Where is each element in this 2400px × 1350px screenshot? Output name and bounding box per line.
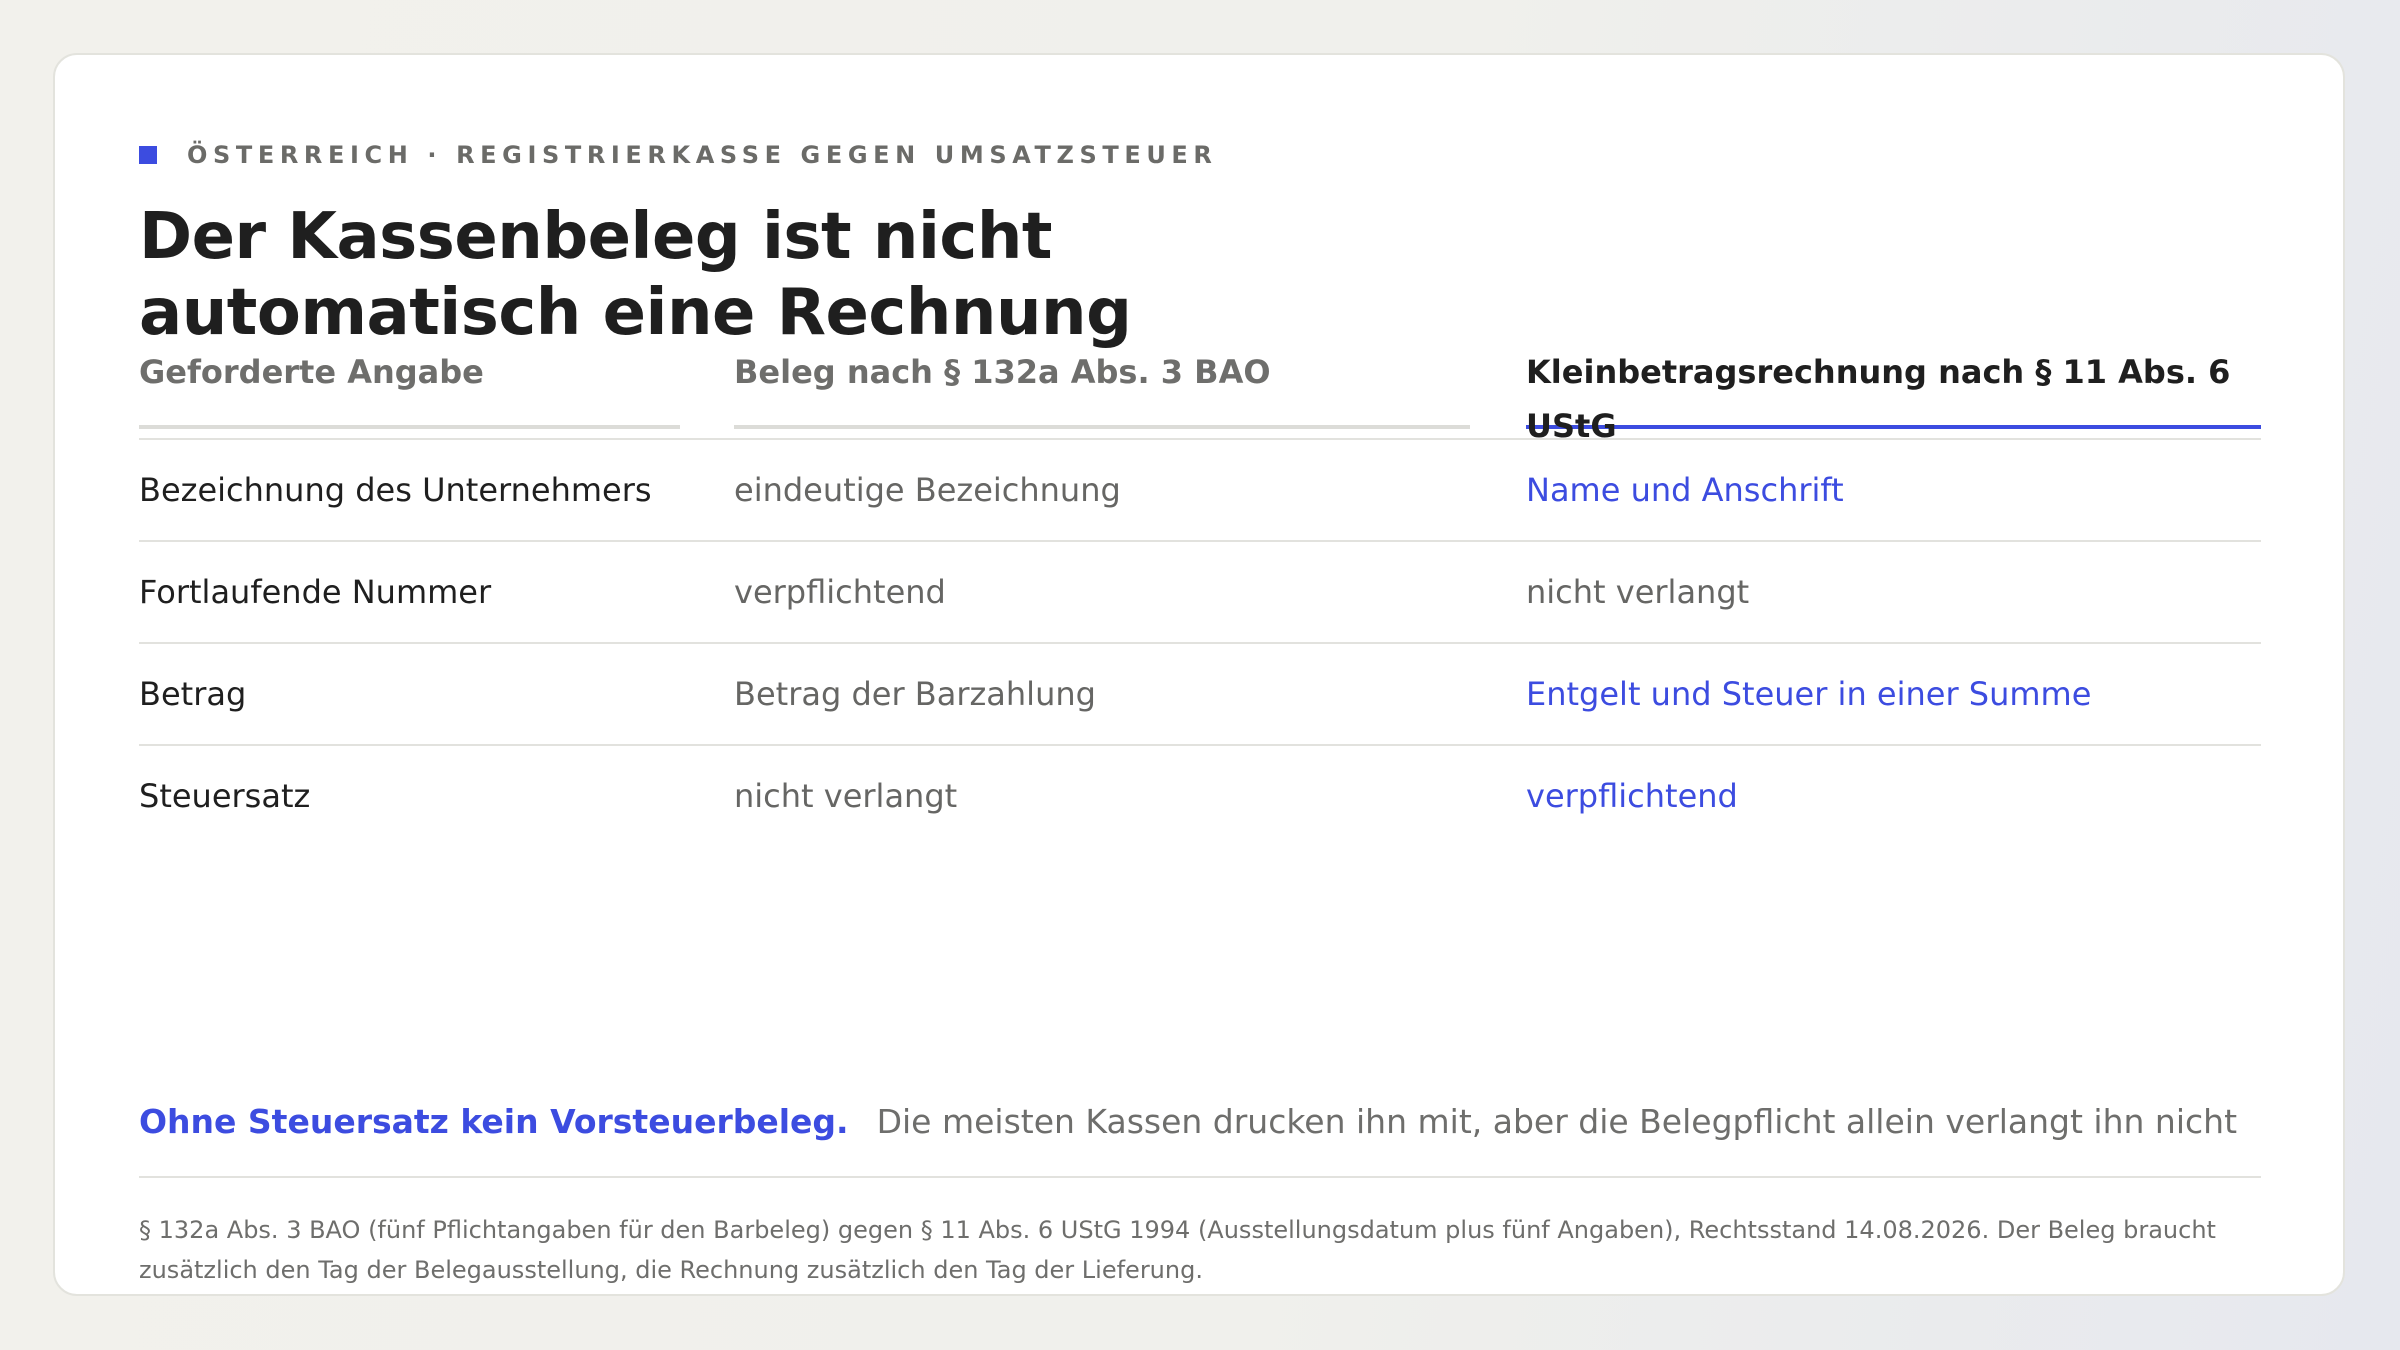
callout-emphasis: Ohne Steuersatz kein Vorsteuerbeleg. (139, 1102, 849, 1141)
bao-value: Betrag der Barzahlung (734, 675, 1096, 713)
eyebrow-text: ÖSTERREICH · REGISTRIERKASSE GEGEN UMSAT… (187, 141, 1218, 169)
accent-square-icon (139, 146, 157, 164)
row-label: Fortlaufende Nummer (139, 573, 492, 611)
ustg-value: verpflichtend (1526, 777, 1738, 815)
row-label: Steuersatz (139, 777, 311, 815)
ustg-value: nicht verlangt (1526, 573, 1750, 611)
table-row: Bezeichnung des Unternehmers eindeutige … (139, 440, 2261, 542)
row-label: Betrag (139, 675, 247, 713)
column-header-bao: Beleg nach § 132a Abs. 3 BAO (734, 331, 1470, 429)
page-title: Der Kassenbeleg ist nicht automatisch ei… (139, 200, 1132, 350)
callout-text: Die meisten Kassen drucken ihn mit, aber… (876, 1102, 2238, 1141)
table-row: Steuersatz nicht verlangt verpflichtend (139, 746, 2261, 848)
column-header-ustg: Kleinbetragsrechnung nach § 11 Abs. 6 US… (1526, 331, 2261, 445)
ustg-value: Name und Anschrift (1526, 471, 1844, 509)
row-label: Bezeichnung des Unternehmers (139, 471, 652, 509)
bao-value: verpflichtend (734, 573, 946, 611)
callout: Ohne Steuersatz kein Vorsteuerbeleg. Die … (139, 1102, 2261, 1178)
column-header-requirement: Geforderte Angabe (139, 331, 680, 429)
table-row: Fortlaufende Nummer verpflichtend nicht … (139, 542, 2261, 644)
ustg-value: Entgelt und Steuer in einer Summe (1526, 675, 2092, 713)
eyebrow: ÖSTERREICH · REGISTRIERKASSE GEGEN UMSAT… (139, 135, 1218, 175)
comparison-card: ÖSTERREICH · REGISTRIERKASSE GEGEN UMSAT… (53, 53, 2345, 1296)
bao-value: eindeutige Bezeichnung (734, 471, 1121, 509)
footnote: § 132a Abs. 3 BAO (fünf Pflichtangaben f… (139, 1216, 2216, 1284)
table-row: Betrag Betrag der Barzahlung Entgelt und… (139, 644, 2261, 746)
bao-value: nicht verlangt (734, 777, 958, 815)
